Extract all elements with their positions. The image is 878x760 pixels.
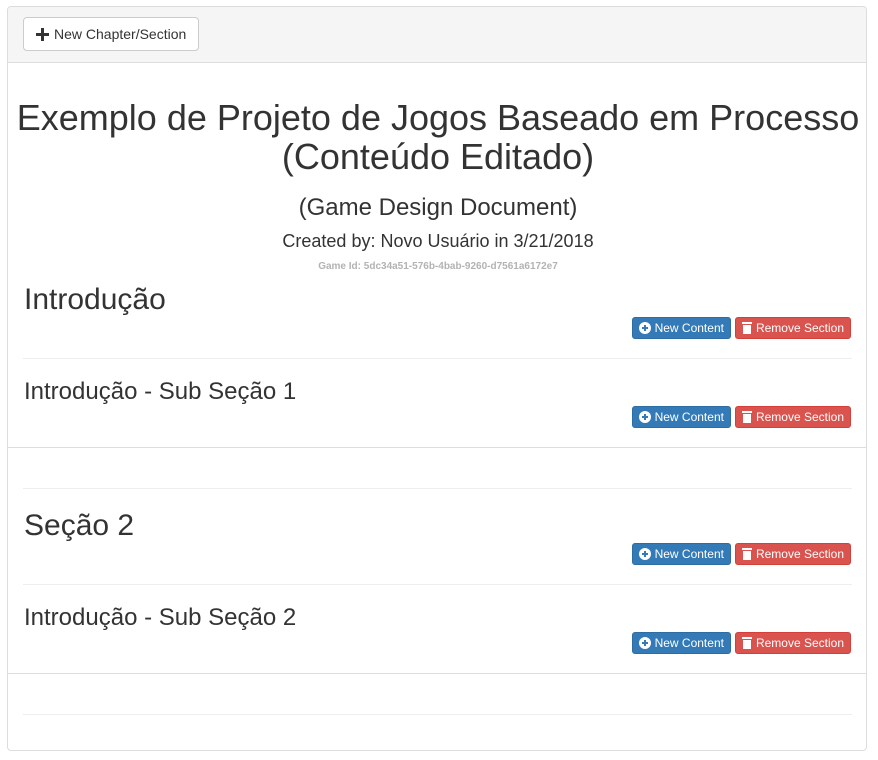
remove-section-button[interactable]: Remove Section [734,632,851,654]
trash-icon [741,637,752,649]
divider [23,488,852,489]
subsection-actions: New Content Remove Section [631,632,851,654]
plus-circle-icon [638,411,651,423]
trash-icon [741,548,752,560]
document-game-id: Game Id: 5dc34a51-576b-4bab-9260-d7561a6… [318,261,558,272]
document-subtitle: (Game Design Document) [298,194,578,221]
divider [23,584,852,585]
new-content-button[interactable]: New Content [631,406,731,428]
remove-section-button[interactable]: Remove Section [734,317,851,339]
panel-toolbar: New Chapter/Section [8,7,866,63]
new-content-label: New Content [654,636,724,650]
new-content-label: New Content [654,547,724,561]
remove-section-button[interactable]: Remove Section [734,543,851,565]
subsection-actions: New Content Remove Section [631,406,851,428]
section-title: Seção 2 [24,509,135,542]
new-content-label: New Content [654,321,724,335]
new-content-button[interactable]: New Content [631,632,731,654]
document-title-line2: (Conteúdo Editado) [281,136,595,177]
remove-section-label: Remove Section [755,636,844,650]
divider [23,358,852,359]
plus-circle-icon [638,322,651,334]
section-actions: New Content Remove Section [631,317,851,339]
divider [8,673,866,674]
remove-section-label: Remove Section [755,547,844,561]
section-actions: New Content Remove Section [631,543,851,565]
new-content-button[interactable]: New Content [631,317,731,339]
new-content-label: New Content [654,410,724,424]
new-chapter-label: New Chapter/Section [54,26,187,42]
remove-section-label: Remove Section [755,410,844,424]
remove-section-button[interactable]: Remove Section [734,406,851,428]
section-title: Introdução [24,283,166,316]
document-created-by: Created by: Novo Usuário in 3/21/2018 [282,231,594,251]
remove-section-label: Remove Section [755,321,844,335]
document-panel: New Chapter/Section Exemplo de Projeto d… [7,6,867,751]
new-content-button[interactable]: New Content [631,543,731,565]
document-title-line1: Exemplo de Projeto de Jogos Baseado em P… [16,97,860,138]
subsection-title: Introdução - Sub Seção 2 [24,604,297,631]
new-chapter-button[interactable]: New Chapter/Section [23,17,200,51]
divider [23,714,852,715]
subsection-title: Introdução - Sub Seção 1 [24,378,297,405]
plus-icon [36,27,49,41]
plus-circle-icon [638,548,651,560]
trash-icon [741,411,752,423]
divider [8,447,866,448]
document-title: Exemplo de Projeto de Jogos Baseado em P… [8,98,868,176]
trash-icon [741,322,752,334]
plus-circle-icon [638,637,651,649]
